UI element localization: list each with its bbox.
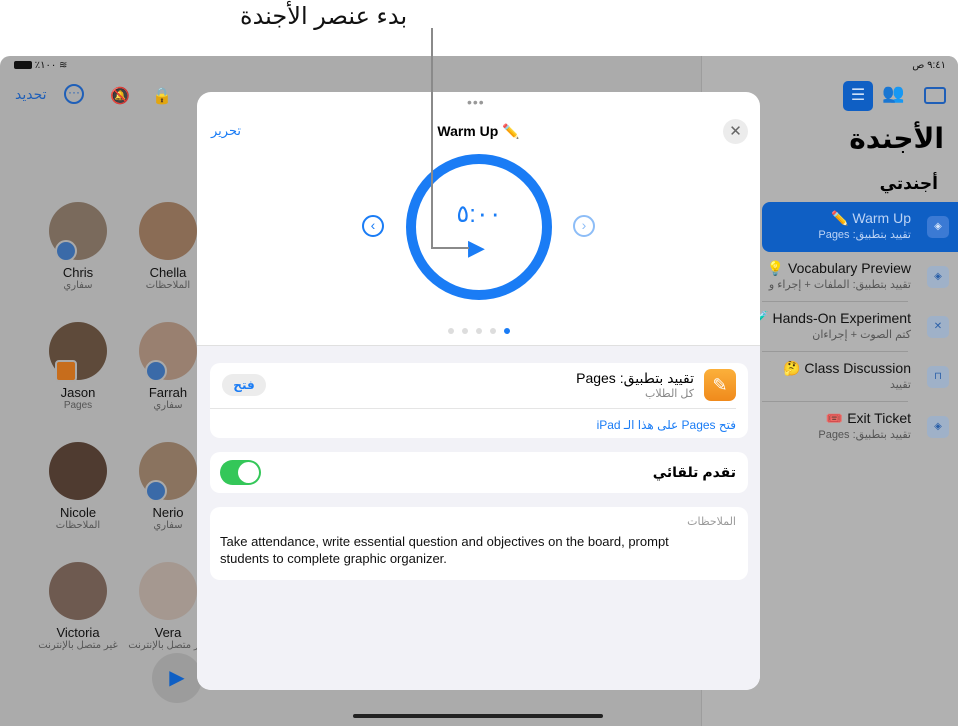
agenda-item-modal: ••• تحرير Warm Up ✏️ ✕ ‹ › ٥:٠٠ ▶ ✎ تقيي… (197, 92, 760, 690)
agenda-item-subtitle: كتم الصوت + إجراءان (812, 329, 911, 341)
open-on-ipad-link[interactable]: فتح Pages على هذا الـ iPad (597, 418, 736, 432)
student-app: غير متصل بالإنترنت (38, 640, 118, 651)
agenda-item[interactable]: ✕ Hands-On Experiment 🧪 كتم الصوت + إجراءا… (751, 302, 958, 352)
restriction-subtitle: كل الطلاب (645, 388, 694, 400)
notes-card: الملاحظات Take attendance, write essenti… (210, 507, 748, 580)
agenda-item-subtitle: تقييد بتطبيق: Pages (818, 429, 911, 441)
timer-ring: ٥:٠٠ ▶ (406, 154, 552, 300)
student-card[interactable]: Chris سفاري (33, 202, 123, 291)
status-battery: ٪١٠٠ ≋ (14, 60, 67, 71)
status-time: ٩:٤١ ص (912, 60, 946, 71)
agenda-list-icon[interactable]: ☰ (843, 81, 873, 111)
student-app: سفاري (63, 280, 93, 291)
avatar (49, 202, 107, 262)
avatar (49, 562, 107, 620)
avatar (139, 442, 197, 502)
home-indicator (353, 714, 603, 718)
mute-icon[interactable]: 🔕 (110, 86, 130, 106)
callout-line (431, 28, 433, 249)
safari-icon (145, 480, 167, 502)
agenda-item-subtitle: تقييد بتطبيق: Pages (818, 229, 911, 241)
modal-details: ✎ تقييد بتطبيق: Pages كل الطلاب فتح فتح … (197, 345, 760, 690)
callout-line (431, 247, 469, 249)
layers-icon: ◈ (927, 266, 949, 288)
agenda-item-title: Class Discussion 🤔 (783, 360, 911, 376)
notes-text[interactable]: Take attendance, write essential questio… (220, 533, 720, 567)
student-card[interactable]: Jason Pages (33, 322, 123, 411)
page-indicator[interactable] (197, 321, 760, 339)
agenda-item-subtitle: تقييد بتطبيق: الملفات + إجراء و (768, 279, 911, 291)
page-dot[interactable] (461, 328, 468, 334)
next-item-icon[interactable]: › (573, 215, 595, 237)
avatar (49, 442, 107, 500)
divider (210, 408, 736, 409)
auto-advance-card: تقدم تلقائي (210, 452, 748, 493)
agenda-item-title: Exit Ticket 🎟️ (825, 410, 911, 426)
student-app: الملاحظات (55, 520, 101, 531)
layers-icon: ◈ (927, 216, 949, 238)
close-button[interactable]: ✕ (723, 119, 748, 144)
timer-value: ٥:٠٠ (456, 201, 502, 228)
avatar (49, 322, 107, 382)
page-dot[interactable] (475, 328, 482, 334)
auto-advance-label: تقدم تلقائي (652, 464, 736, 480)
drag-handle[interactable]: ••• (467, 94, 485, 110)
student-name: Nicole (59, 505, 97, 520)
avatar (139, 202, 197, 260)
lock-icon: ⊓ (927, 366, 949, 388)
page-dot[interactable] (503, 328, 510, 334)
agenda-section: أجندتي (879, 174, 938, 193)
student-name: Chris (62, 265, 94, 280)
pages-app-icon: ✎ (704, 369, 736, 401)
student-name: Jason (60, 385, 96, 400)
safari-icon (55, 240, 77, 262)
agenda-item-title: Vocabulary Preview 💡 (766, 260, 911, 276)
more-icon[interactable]: ··· (64, 84, 84, 104)
previous-item-icon[interactable]: ‹ (362, 215, 384, 237)
agenda-item[interactable]: ◈ Vocabulary Preview 💡 تقييد بتطبيق: الملف… (762, 252, 958, 302)
agenda-title: الأجندة (849, 123, 944, 154)
agenda-item[interactable]: ◈ Exit Ticket 🎟️ تقييد بتطبيق: Pages (762, 402, 958, 452)
student-name: Victoria (56, 625, 100, 640)
student-card[interactable]: Nicole الملاحظات (33, 442, 123, 531)
avatar (139, 322, 197, 382)
page-dot[interactable] (447, 328, 454, 334)
agenda-item[interactable]: ◈ Warm Up ✏️ تقييد بتطبيق: Pages (762, 202, 958, 252)
callout-label: بدء عنصر الأجندة (240, 3, 408, 30)
select-button[interactable]: تحديد (15, 86, 47, 103)
modal-title: Warm Up ✏️ (437, 123, 520, 139)
start-play-button[interactable]: ▶ (468, 235, 485, 261)
agenda-item-subtitle: تقييد (889, 379, 911, 391)
page-dot[interactable] (489, 328, 496, 334)
open-button[interactable]: فتح (222, 374, 266, 396)
restriction-title: تقييد بتطبيق: Pages (576, 370, 694, 386)
sidebar-toggle-icon[interactable] (924, 87, 946, 104)
lock-icon[interactable]: 🔒 (152, 86, 172, 106)
auto-advance-toggle[interactable] (220, 460, 261, 485)
student-card[interactable]: Victoria غير متصل بالإنترنت (33, 562, 123, 651)
student-app: Pages (63, 400, 93, 411)
restriction-card: ✎ تقييد بتطبيق: Pages كل الطلاب فتح فتح … (210, 363, 748, 438)
people-icon[interactable]: 👥 (882, 83, 904, 104)
agenda-item-title: Hands-On Experiment 🧪 (751, 310, 911, 326)
avatar (139, 562, 197, 620)
play-button[interactable]: ▶ (152, 653, 202, 703)
notes-label: الملاحظات (687, 516, 736, 528)
agenda-item-title: Warm Up ✏️ (831, 210, 911, 226)
safari-icon (145, 360, 167, 382)
pages-icon (55, 360, 77, 382)
mute-icon: ✕ (927, 316, 949, 338)
agenda-item[interactable]: ⊓ Class Discussion 🤔 تقييد (762, 352, 958, 402)
layers-icon: ◈ (927, 416, 949, 438)
